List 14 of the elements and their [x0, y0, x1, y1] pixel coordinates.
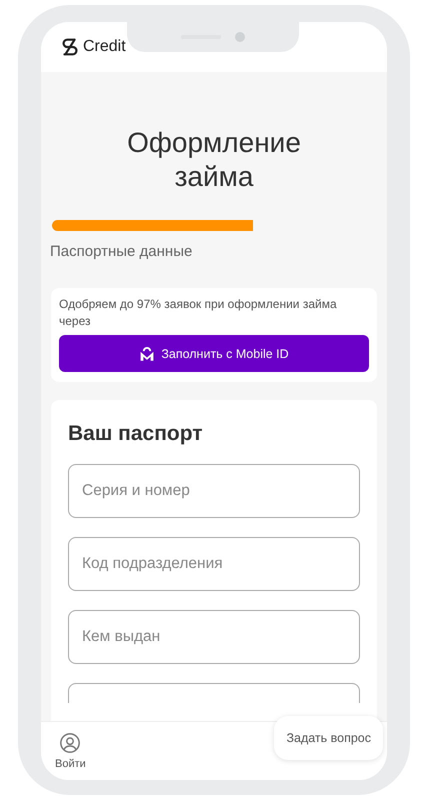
login-button[interactable]: Войти — [55, 732, 86, 770]
input-field[interactable]: Серия и номер — [68, 464, 360, 518]
section-heading: Ваш паспорт — [68, 422, 204, 446]
input-field[interactable]: Код подразделения — [68, 537, 360, 591]
mobile-id-button[interactable]: Заполнить с Mobile ID — [59, 335, 369, 372]
logo-text: Credit — [83, 38, 126, 56]
mobile-id-icon — [139, 345, 156, 362]
page-title: Оформление займа — [126, 126, 302, 194]
step-label: Паспортные данные — [50, 243, 194, 260]
ask-question-button[interactable]: Задать вопрос — [274, 716, 383, 760]
input-field[interactable]: Кем выдан — [68, 610, 360, 664]
input-field[interactable] — [68, 683, 360, 703]
user-icon — [59, 732, 82, 754]
promo-text: Одобряем до 97% заявок при оформлении займа через — [59, 296, 338, 330]
